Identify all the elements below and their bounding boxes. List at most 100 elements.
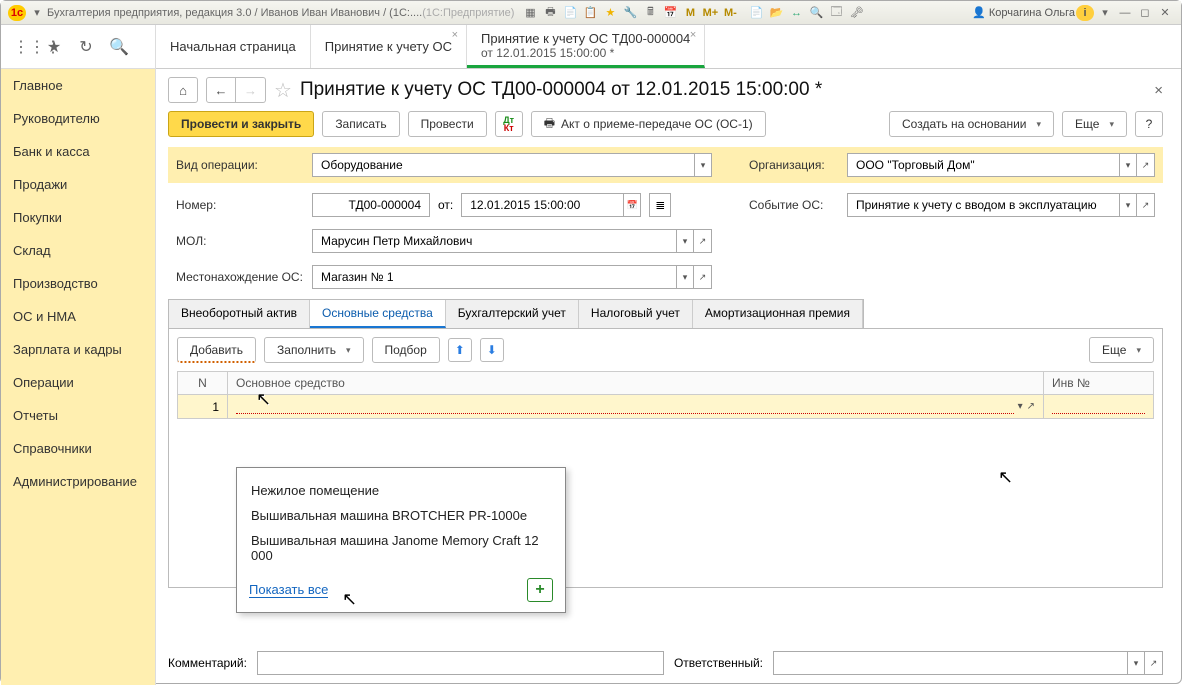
number-input[interactable] <box>319 197 423 213</box>
op-type-select[interactable] <box>319 157 688 173</box>
cell-inv[interactable] <box>1044 395 1154 419</box>
table-row[interactable]: 1 ▾ ↗ <box>178 395 1154 419</box>
tb-copy-icon[interactable]: 📋 <box>581 5 599 21</box>
tb-mminus-icon[interactable]: M- <box>721 5 739 21</box>
inner-tab[interactable]: Налоговый учет <box>579 300 693 328</box>
search-icon[interactable]: 🔍 <box>109 37 127 57</box>
dropdown-icon[interactable]: ▾ <box>1119 193 1137 217</box>
sidebar-item[interactable]: Производство <box>1 267 155 300</box>
event-select[interactable] <box>854 197 1113 213</box>
suggest-item[interactable]: Нежилое помещение <box>249 478 553 503</box>
tb-new-icon[interactable]: 📄 <box>747 5 765 21</box>
apps-icon[interactable]: ⋮⋮⋮ <box>13 37 31 57</box>
open-ref-icon[interactable]: ↗ <box>694 265 712 289</box>
move-up-icon[interactable]: ⬆ <box>448 338 472 362</box>
page-close-icon[interactable]: × <box>1154 82 1163 99</box>
tb-tool-icon[interactable]: 🔧 <box>621 5 639 21</box>
cell-open-ref-icon[interactable]: ↗ <box>1027 401 1035 412</box>
favorite-toggle-icon[interactable]: ☆ <box>274 78 292 103</box>
show-all-link[interactable]: Показать все <box>249 582 328 598</box>
calendar-icon[interactable]: 📅 <box>623 193 641 217</box>
save-button[interactable]: Записать <box>322 111 399 137</box>
sidebar-item[interactable]: Администрирование <box>1 465 155 498</box>
dtkt-button[interactable]: ДтКт <box>495 111 523 137</box>
sidebar-item[interactable]: ОС и НМА <box>1 300 155 333</box>
tb-grid-icon[interactable]: 🗔 <box>827 5 845 21</box>
tb-arrow-icon[interactable]: ↔ <box>787 5 805 21</box>
close-window-icon[interactable]: ✕ <box>1156 5 1174 21</box>
move-down-icon[interactable]: ⬇ <box>480 338 504 362</box>
sidebar-item[interactable]: Склад <box>1 234 155 267</box>
sidebar-item[interactable]: Зарплата и кадры <box>1 333 155 366</box>
print-act-button[interactable]: 🖶Акт о приеме-передаче ОС (ОС-1) <box>531 111 766 137</box>
sidebar-item[interactable]: Продажи <box>1 168 155 201</box>
dropdown-icon[interactable]: ▾ <box>1119 153 1137 177</box>
dropdown-icon[interactable]: ▾ <box>1127 651 1145 675</box>
dropdown-icon[interactable]: ▾ <box>694 153 712 177</box>
tb-icon[interactable]: ▦ <box>521 5 539 21</box>
minimize-icon[interactable]: — <box>1116 5 1134 21</box>
inner-tab-active[interactable]: Основные средства <box>310 300 446 328</box>
suggest-item[interactable]: Вышивальная машина BROTCHER PR-1000e <box>249 503 553 528</box>
loc-select[interactable] <box>319 269 670 285</box>
tb-calendar-icon[interactable]: 📅 <box>661 5 679 21</box>
history-icon[interactable]: ↻ <box>77 37 95 57</box>
open-ref-icon[interactable]: ↗ <box>694 229 712 253</box>
org-select[interactable] <box>854 157 1113 173</box>
dropdown-icon[interactable]: ▾ <box>28 5 46 21</box>
sidebar-item[interactable]: Банк и касса <box>1 135 155 168</box>
home-button[interactable]: ⌂ <box>168 77 198 103</box>
sidebar-item[interactable]: Справочники <box>1 432 155 465</box>
responsible-select[interactable] <box>780 655 1121 671</box>
tab-doc[interactable]: Принятие к учету ОС × <box>311 25 467 68</box>
maximize-icon[interactable]: ◻ <box>1136 5 1154 21</box>
dropdown-small-icon[interactable]: ▾ <box>1096 5 1114 21</box>
open-ref-icon[interactable]: ↗ <box>1145 651 1163 675</box>
open-ref-icon[interactable]: ↗ <box>1137 153 1155 177</box>
add-new-icon[interactable]: + <box>527 578 553 602</box>
tb-key-icon[interactable]: 🗝 <box>847 5 865 21</box>
sidebar-item[interactable]: Главное <box>1 69 155 102</box>
inner-tab[interactable]: Амортизационная премия <box>693 300 863 328</box>
nav-forward-button[interactable]: → <box>236 77 266 103</box>
tab-close-icon[interactable]: × <box>690 29 696 41</box>
cell-os[interactable]: ▾ ↗ <box>228 395 1044 419</box>
tb-star-icon[interactable]: ★ <box>601 5 619 21</box>
pick-button[interactable]: Подбор <box>372 337 440 363</box>
date-input[interactable] <box>468 197 617 213</box>
sidebar-item[interactable]: Отчеты <box>1 399 155 432</box>
tb-print-icon[interactable]: 🖶 <box>541 5 559 21</box>
post-and-close-button[interactable]: Провести и закрыть <box>168 111 314 137</box>
suggest-item[interactable]: Вышивальная машина Janome Memory Craft 1… <box>249 528 553 568</box>
dropdown-icon[interactable]: ▾ <box>676 265 694 289</box>
inner-tab[interactable]: Бухгалтерский учет <box>446 300 579 328</box>
open-ref-icon[interactable]: ↗ <box>1137 193 1155 217</box>
post-button[interactable]: Провести <box>408 111 487 137</box>
add-row-button[interactable]: Добавить <box>177 337 256 363</box>
sidebar-item[interactable]: Руководителю <box>1 102 155 135</box>
create-based-button[interactable]: Создать на основании <box>889 111 1054 137</box>
tab-close-icon[interactable]: × <box>452 29 458 41</box>
info-icon[interactable]: i <box>1076 5 1094 21</box>
tb-open-icon[interactable]: 📂 <box>767 5 785 21</box>
inner-tab[interactable]: Внеоборотный актив <box>169 300 310 328</box>
panel-more-button[interactable]: Еще <box>1089 337 1154 363</box>
mol-select[interactable] <box>319 233 670 249</box>
sidebar-item[interactable]: Операции <box>1 366 155 399</box>
sidebar-item[interactable]: Покупки <box>1 201 155 234</box>
fill-button[interactable]: Заполнить <box>264 337 363 363</box>
tb-m-icon[interactable]: M <box>681 5 699 21</box>
help-button[interactable]: ? <box>1135 111 1163 137</box>
comment-input[interactable] <box>264 655 657 671</box>
dropdown-icon[interactable]: ▾ <box>676 229 694 253</box>
tb-calc-icon[interactable]: 🖩 <box>641 5 659 21</box>
tb-doc-icon[interactable]: 📄 <box>561 5 579 21</box>
nav-back-button[interactable]: ← <box>206 77 236 103</box>
cell-dropdown-icon[interactable]: ▾ <box>1018 401 1023 412</box>
tab-doc-active[interactable]: Принятие к учету ОС ТД00-000004 от 12.01… <box>467 25 705 68</box>
favorite-icon[interactable]: ★ <box>45 37 63 57</box>
tb-mplus-icon[interactable]: M+ <box>701 5 719 21</box>
more-button[interactable]: Еще <box>1062 111 1127 137</box>
tab-home[interactable]: Начальная страница <box>156 25 311 68</box>
lines-icon[interactable]: ≣ <box>649 193 671 217</box>
